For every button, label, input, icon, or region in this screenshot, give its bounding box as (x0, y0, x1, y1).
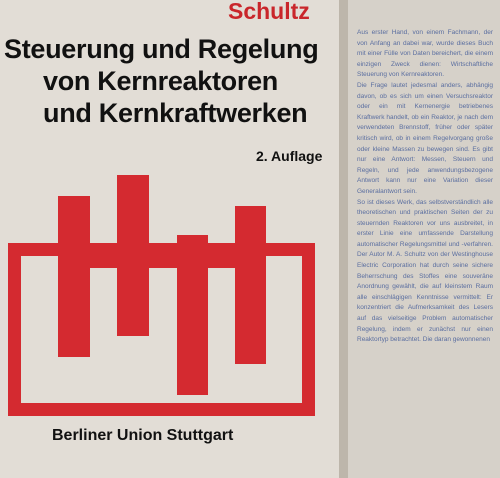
control-rod-3 (177, 235, 208, 395)
rod-connector-2 (149, 243, 177, 268)
frame-left-post (8, 243, 21, 416)
frame-right-post (302, 243, 315, 416)
rod-connector-1 (90, 243, 117, 268)
control-rods-graphic (8, 175, 315, 416)
blurb-paragraph: So ist dieses Werk, das selbstverständli… (357, 198, 493, 344)
frame-bottom-bar (8, 403, 315, 416)
book-spine-edge (339, 0, 348, 478)
blurb-paragraph: Die Frage lautet jedesmal anders, abhäng… (357, 81, 493, 195)
control-rod-1 (58, 196, 90, 357)
publisher-name: Berliner Union Stuttgart (52, 427, 234, 444)
control-rod-2 (117, 175, 149, 336)
rod-connector-3 (208, 243, 235, 268)
control-rod-4 (235, 206, 266, 364)
flap-blurb-text: Aus erster Hand, von einem Fachmann, der… (357, 28, 493, 346)
frame-left-arm (21, 243, 58, 256)
frame-right-arm (266, 243, 302, 256)
blurb-paragraph: Aus erster Hand, von einem Fachmann, der… (357, 29, 493, 79)
